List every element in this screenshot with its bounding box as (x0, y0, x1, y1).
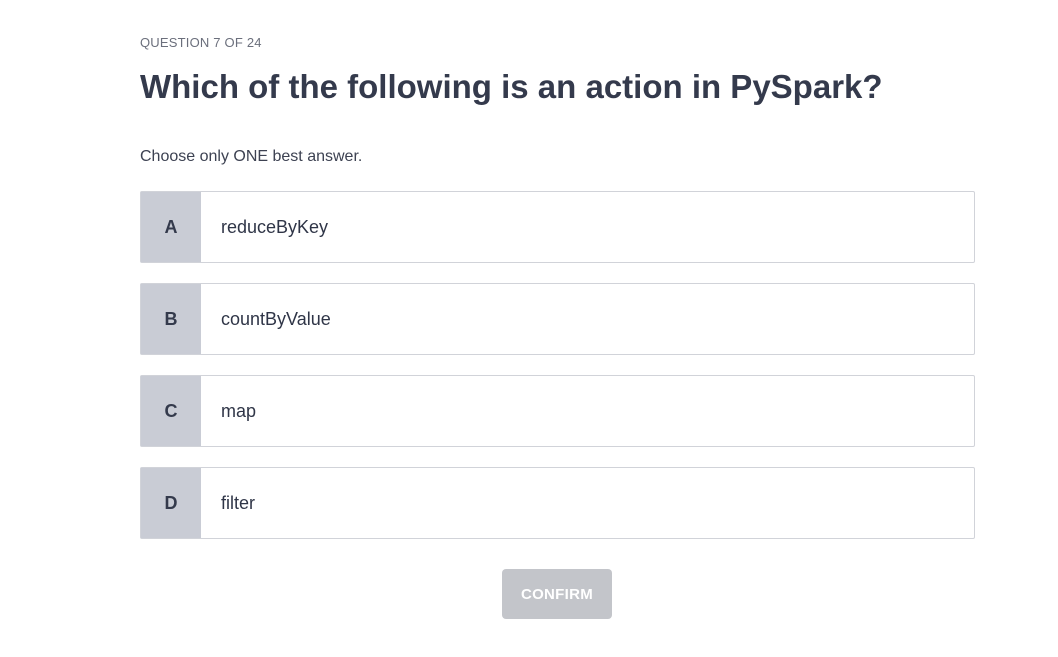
question-title: Which of the following is an action in P… (140, 68, 883, 105)
option-letter: C (141, 376, 201, 446)
option-label: filter (221, 492, 256, 513)
answer-instruction: Choose only ONE best answer. (140, 148, 363, 165)
option-label: map (221, 400, 257, 421)
option-label: reduceByKey (221, 216, 329, 237)
option-c[interactable]: C map (140, 375, 975, 447)
question-progress: QUESTION 7 OF 24 (140, 35, 262, 50)
option-letter: B (141, 284, 201, 354)
option-label: countByValue (221, 308, 331, 329)
option-d[interactable]: D filter (140, 467, 975, 539)
option-letter: D (141, 468, 201, 538)
answer-options: A reduceByKey B countByValue C map D fil… (140, 191, 975, 559)
option-a[interactable]: A reduceByKey (140, 191, 975, 263)
option-b[interactable]: B countByValue (140, 283, 975, 355)
confirm-button[interactable]: CONFIRM (502, 569, 612, 619)
option-letter: A (141, 192, 201, 262)
